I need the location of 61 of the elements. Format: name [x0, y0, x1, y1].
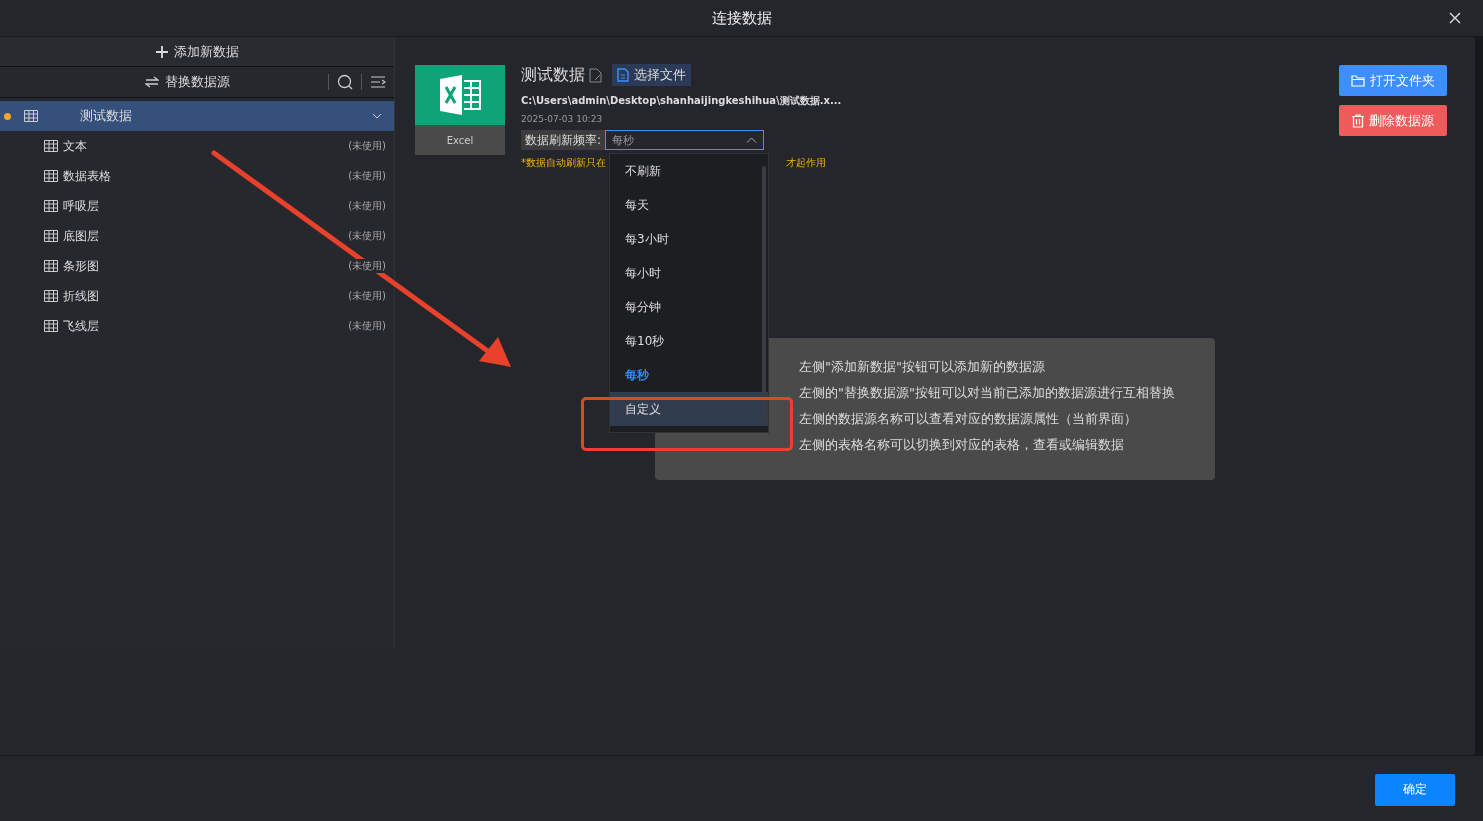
dropdown-option[interactable]: 每小时 [610, 256, 768, 290]
usage-status: (未使用) [347, 259, 387, 273]
usage-status: (未使用) [347, 169, 387, 183]
refresh-warning: 才起作用 [786, 156, 826, 170]
scrollbar[interactable] [762, 166, 766, 424]
confirm-button[interactable]: 确定 [1375, 773, 1455, 806]
file-date: 2025-07-03 10:23 [521, 114, 604, 124]
file-path: C:\Users\admin\Desktop\shanhaijingkeshihua\测试数据.x... [521, 94, 841, 108]
dropdown-option[interactable]: 每天 [610, 188, 768, 222]
status-dot-icon [4, 112, 11, 120]
dropdown-option[interactable]: 自定义 [610, 392, 768, 426]
chevron-icon[interactable] [372, 113, 382, 119]
swap-source-button[interactable]: 替换数据源 [0, 72, 320, 92]
file-type-label: Excel [445, 133, 475, 148]
table-icon [44, 320, 58, 332]
hint-text: 左侧的"替换数据源"按钮可以对当前已添加的数据源进行互相替换 [799, 384, 1176, 402]
refresh-rate-select[interactable]: 每秒 [605, 130, 765, 150]
window-title: 连接数据 [711, 8, 772, 28]
table-item[interactable]: 飞线层 [63, 317, 348, 335]
table-icon [44, 200, 58, 212]
usage-status: (未使用) [347, 319, 387, 333]
dropdown-option[interactable]: 每3小时 [610, 222, 768, 256]
usage-status: (未使用) [347, 139, 387, 153]
table-item[interactable]: 数据表格 [63, 167, 348, 185]
caret-icon [746, 137, 758, 143]
table-item[interactable]: 条形图 [63, 257, 348, 275]
usage-status: (未使用) [347, 199, 387, 213]
dropdown-option[interactable]: 每10秒 [610, 324, 768, 358]
refresh-rate-label: 数据刷新频率: [521, 130, 606, 150]
close-icon[interactable] [1449, 12, 1461, 24]
table-icon [24, 110, 38, 122]
spreadsheet-icon [438, 75, 482, 115]
dropdown-option[interactable]: 每秒 [610, 358, 768, 392]
table-item[interactable]: 底图层 [63, 227, 348, 245]
dropdown-option[interactable]: 不刷新 [610, 154, 768, 188]
table-icon [44, 260, 58, 272]
table-icon [44, 140, 58, 152]
plus-icon [155, 45, 168, 58]
swap-icon [144, 76, 159, 88]
list-icon[interactable] [370, 75, 386, 89]
data-source-item[interactable]: 测试数据 [0, 101, 394, 131]
data-source-name: 测试数据 [521, 64, 585, 86]
table-icon [44, 290, 58, 302]
choose-file-button[interactable]: 选择文件 [612, 64, 691, 86]
table-icon [44, 170, 58, 182]
hint-text: 左侧的数据源名称可以查看对应的数据源属性（当前界面） [799, 410, 1138, 428]
hint-text: 左侧"添加新数据"按钮可以添加新的数据源 [799, 358, 1046, 376]
trash-icon [1352, 113, 1364, 128]
usage-status: (未使用) [347, 229, 387, 243]
search-icon[interactable] [337, 74, 353, 90]
hint-text: 左侧的表格名称可以切换到对应的表格，查看或编辑数据 [799, 436, 1125, 454]
edit-icon[interactable] [589, 67, 602, 83]
usage-status: (未使用) [347, 289, 387, 303]
file-icon [617, 68, 629, 82]
table-item[interactable]: 折线图 [63, 287, 348, 305]
refresh-warning: *数据自动刷新只在 [521, 156, 606, 170]
folder-icon [1351, 74, 1365, 87]
dropdown-option[interactable]: 每分钟 [610, 290, 768, 324]
table-item[interactable]: 呼吸层 [63, 197, 348, 215]
table-icon [44, 230, 58, 242]
table-item[interactable]: 文本 [63, 137, 348, 155]
